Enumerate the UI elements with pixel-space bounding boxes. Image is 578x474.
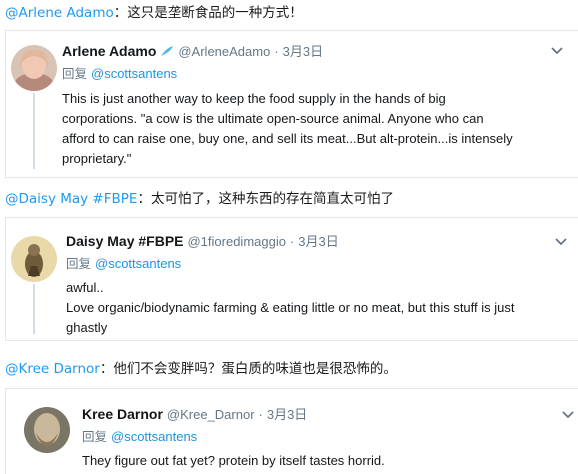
caption-separator: ： (137, 191, 151, 207)
tweet-line: proprietary." (62, 151, 132, 166)
reply-prefix: 回复 (62, 66, 88, 81)
thread-line (33, 284, 35, 334)
caption-separator: ： (113, 5, 128, 21)
tweet-card[interactable]: Daisy May #FBPE @1fioredimaggio · 3月3日 回… (5, 217, 578, 341)
author-name[interactable]: Daisy May #FBPE (66, 233, 184, 249)
avatar[interactable] (11, 45, 57, 91)
caption-text: 太可怕了，这种东西的存在简直太可怕了 (150, 191, 394, 207)
caption-3: @Kree Darnor：他们不会变胖吗？蛋白质的味道也是很恐怖的。 (5, 360, 397, 378)
tweet-line: They figure out fat yet? protein by itse… (82, 453, 385, 468)
thread-line (33, 93, 35, 169)
tweet-header: Daisy May #FBPE @1fioredimaggio · 3月3日 (66, 233, 339, 250)
tweet-line: awful.. (66, 280, 104, 295)
tweet-text: awful.. Love organic/biodynamic farming … (66, 278, 515, 338)
author-username[interactable]: @1fioredimaggio (187, 234, 285, 249)
chevron-down-icon[interactable] (550, 46, 564, 56)
tweet-date[interactable]: 3月3日 (298, 234, 338, 249)
tweet-line: Love organic/biodynamic farming & eating… (66, 300, 515, 315)
author-name[interactable]: Arlene Adamo (62, 43, 156, 59)
meta-dot: · (258, 407, 263, 422)
reply-context: 回复 @scottsantens (66, 256, 181, 272)
tweet-line: corporations. "a cow is the ultimate ope… (62, 111, 484, 126)
caption-1: @Arlene Adamo：这只是垄断食品的一种方式！ (5, 4, 303, 22)
tweet-line: ghastly (66, 320, 108, 335)
tweet-text: They figure out fat yet? protein by itse… (82, 451, 385, 471)
caption-text: 这只是垄断食品的一种方式！ (127, 5, 303, 21)
tweet-date[interactable]: 3月3日 (283, 44, 323, 59)
caption-2: @Daisy May #FBPE：太可怕了，这种东西的存在简直太可怕了 (5, 190, 394, 208)
caption-handle[interactable]: @Arlene Adamo (5, 5, 114, 21)
reply-mention[interactable]: @scottsantens (111, 429, 197, 444)
tweet-header: Kree Darnor @Kree_Darnor · 3月3日 (82, 406, 307, 423)
tweet-text: This is just another way to keep the foo… (62, 89, 513, 169)
avatar[interactable] (11, 236, 57, 282)
meta-dot: · (274, 44, 279, 59)
reply-mention[interactable]: @scottsantens (95, 256, 181, 271)
reply-prefix: 回复 (66, 256, 92, 271)
tweet-line: afford to can raise one, buy one, and se… (62, 131, 513, 146)
chevron-down-icon[interactable] (554, 237, 568, 247)
feather-icon (160, 44, 178, 59)
tweet-line: This is just another way to keep the foo… (62, 91, 446, 106)
tweet-card[interactable]: Kree Darnor @Kree_Darnor · 3月3日 回复 @scot… (5, 388, 578, 474)
reply-context: 回复 @scottsantens (82, 429, 197, 445)
tweet-date[interactable]: 3月3日 (267, 407, 307, 422)
caption-handle[interactable]: @Daisy May #FBPE (5, 191, 137, 207)
chevron-down-icon[interactable] (561, 410, 575, 420)
reply-prefix: 回复 (82, 429, 108, 444)
author-username[interactable]: @ArleneAdamo (178, 44, 270, 59)
caption-separator: ： (99, 361, 114, 377)
meta-dot: · (289, 234, 295, 249)
caption-handle[interactable]: @Kree Darnor (5, 361, 100, 377)
caption-text: 他们不会变胖吗？蛋白质的味道也是很恐怖的。 (113, 361, 397, 377)
reply-mention[interactable]: @scottsantens (91, 66, 177, 81)
tweet-header: Arlene Adamo @ArleneAdamo · 3月3日 (62, 43, 323, 60)
tweet-card[interactable]: Arlene Adamo @ArleneAdamo · 3月3日 回复 @sco… (5, 30, 578, 178)
reply-context: 回复 @scottsantens (62, 66, 177, 82)
author-name[interactable]: Kree Darnor (82, 406, 163, 422)
avatar[interactable] (24, 407, 70, 453)
author-username[interactable]: @Kree_Darnor (167, 407, 255, 422)
